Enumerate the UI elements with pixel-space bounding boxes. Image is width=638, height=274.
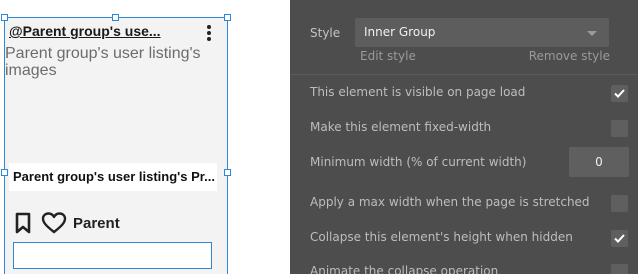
chevron-down-icon — [587, 31, 597, 36]
resize-handle-top-left[interactable] — [1, 14, 8, 21]
parent-label: Parent — [73, 214, 120, 232]
row-animate-collapse: Animate the collapse operation — [310, 262, 628, 274]
row-label: Animate the collapse operation — [310, 264, 499, 274]
style-label: Style — [310, 26, 341, 40]
heart-icon[interactable] — [41, 212, 67, 234]
animate-collapse-checkbox[interactable] — [611, 264, 628, 274]
row-collapse-when-hidden: Collapse this element's height when hidd… — [310, 228, 628, 248]
editor-canvas: @Parent group's use... Parent group's us… — [0, 0, 290, 274]
row-visible-on-load: This element is visible on page load — [310, 83, 628, 103]
selected-group-element[interactable]: @Parent group's use... Parent group's us… — [4, 17, 228, 274]
row-label: This element is visible on page load — [310, 85, 526, 99]
row-label: Minimum width (% of current width) — [310, 155, 527, 169]
row-minimum-width: Minimum width (% of current width) 0 — [310, 147, 629, 177]
resize-handle-top-right[interactable] — [224, 14, 231, 21]
checkmark-icon — [614, 89, 625, 98]
row-fixed-width: Make this element fixed-width — [310, 118, 628, 138]
card-title-link[interactable]: @Parent group's use... — [9, 23, 161, 39]
resize-handle-top-middle[interactable] — [112, 14, 119, 21]
property-editor-panel: Style Inner Group Edit style Remove styl… — [290, 0, 638, 274]
row-label: Make this element fixed-width — [310, 120, 492, 134]
minimum-width-input[interactable]: 0 — [569, 147, 629, 177]
row-label: Apply a max width when the page is stret… — [310, 195, 590, 209]
resize-handle-middle-right[interactable] — [224, 169, 231, 176]
row-label: Collapse this element's height when hidd… — [310, 230, 573, 244]
style-dropdown[interactable]: Inner Group — [355, 18, 609, 47]
bookmark-icon[interactable] — [14, 212, 32, 234]
collapse-when-hidden-checkbox[interactable] — [611, 230, 628, 247]
listing-image-placeholder: Parent group's user listing's images — [5, 45, 201, 79]
resize-handle-middle-left[interactable] — [1, 169, 8, 176]
text-input[interactable] — [13, 242, 212, 269]
visible-on-load-checkbox[interactable] — [611, 85, 628, 102]
row-max-width: Apply a max width when the page is stret… — [310, 193, 628, 213]
max-width-checkbox[interactable] — [611, 195, 628, 212]
fixed-width-checkbox[interactable] — [611, 120, 628, 137]
style-dropdown-value: Inner Group — [364, 25, 436, 39]
divider — [290, 74, 638, 75]
action-icons-row: Parent — [14, 210, 120, 236]
listing-name-text: Parent group's user listing's Pr... — [9, 163, 217, 191]
remove-style-link[interactable]: Remove style — [529, 49, 610, 63]
checkmark-icon — [614, 234, 625, 243]
edit-style-link[interactable]: Edit style — [360, 49, 416, 63]
more-vertical-icon[interactable] — [205, 24, 213, 42]
